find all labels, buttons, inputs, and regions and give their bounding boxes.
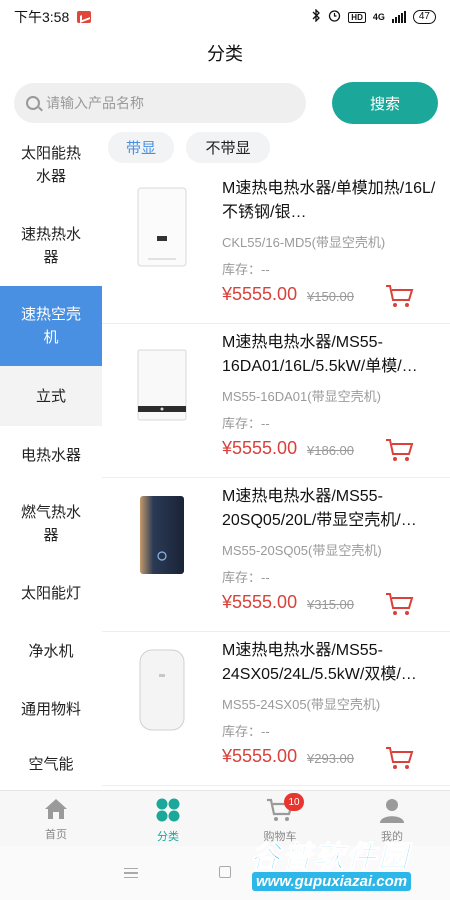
sidebar-item-gas-heater[interactable]: 燃气热水器 (0, 484, 102, 564)
sidebar-item-solar-water-heater[interactable]: 太阳能热水器 (0, 130, 102, 200)
product-stock: 库存：-- (222, 262, 270, 277)
product-name: M速热电热水器/MS55-24SX05/24L/5.5kW/双模/… (222, 642, 417, 683)
home-icon (45, 799, 67, 819)
product-old-price: ¥186.00 (307, 443, 354, 458)
product-card[interactable]: M速热电热水器/MS55-20SQ05/20L/带显空壳机/… MS55-20S… (102, 478, 450, 632)
product-model: MS55-16DA01(带显空壳机) (222, 389, 381, 404)
tab-home[interactable]: 首页 (0, 791, 112, 847)
product-old-price: ¥150.00 (307, 289, 354, 304)
page-title: 分类 (207, 44, 243, 64)
add-to-cart-icon[interactable] (384, 591, 414, 617)
product-image (137, 349, 187, 421)
sidebar-item-water-purifier[interactable]: 净水机 (0, 622, 102, 680)
alarm-icon (328, 9, 341, 25)
search-button[interactable]: 搜索 (332, 82, 438, 124)
product-name: M速热电热水器/MS55-20SQ05/20L/带显空壳机/… (222, 488, 417, 529)
filter-without-display[interactable]: 不带显 (186, 132, 270, 163)
add-to-cart-icon[interactable] (384, 745, 414, 771)
product-price: ¥5555.00 (222, 284, 298, 304)
sidebar-item-air-energy[interactable]: 空气能 (0, 738, 102, 790)
sidebar-item-instant-heater[interactable]: 速热热水器 (0, 206, 102, 286)
sidebar-item-general-material[interactable]: 通用物料 (0, 680, 102, 738)
category-sidebar: 太阳能热水器 速热热水器 速热空壳机 立式 电热水器 燃气热水器 太阳能灯 净水… (0, 130, 102, 790)
menu-icon[interactable] (124, 868, 138, 878)
product-model: CKL55/16-MD5(带显空壳机) (222, 235, 386, 250)
status-bar: 下午3:58 HD 4G 47 (0, 0, 450, 34)
product-stock: 库存：-- (222, 724, 270, 739)
product-model: MS55-20SQ05(带显空壳机) (222, 543, 382, 558)
product-image (137, 187, 187, 267)
product-price: ¥5555.00 (222, 592, 298, 612)
tab-category-label: 分类 (157, 831, 179, 843)
search-input[interactable] (46, 95, 276, 111)
user-icon (380, 799, 404, 823)
battery-icon: 47 (412, 10, 436, 24)
product-card[interactable]: M速热电热水器/单模加热/16L/不锈钢/银… CKL55/16-MD5(带显空… (102, 170, 450, 324)
product-card[interactable]: M速热电热水器/MS55-24SX05/24L/5.5kW/双模/… MS55-… (102, 632, 450, 786)
product-card[interactable]: M速热电热水器/MS55-16DA01/16L/5.5kW/单模/… MS55-… (102, 324, 450, 478)
product-stock: 库存：-- (222, 570, 270, 585)
product-old-price: ¥315.00 (307, 597, 354, 612)
add-to-cart-icon[interactable] (384, 437, 414, 463)
system-home-icon[interactable] (219, 866, 231, 878)
product-price: ¥5555.00 (222, 438, 298, 458)
product-stock: 库存：-- (222, 416, 270, 431)
hd-icon: HD (348, 11, 366, 23)
product-image (139, 649, 185, 731)
status-time: 下午3:58 (14, 9, 70, 25)
watermark: 谷普软件园 www.gupuxiazai.com (246, 828, 448, 898)
tab-home-label: 首页 (45, 829, 67, 841)
watermark-title: 谷普软件园 (250, 841, 410, 875)
status-right: HD 4G 47 (312, 8, 436, 25)
tab-category[interactable]: 分类 (112, 791, 224, 847)
sidebar-item-instant-shell[interactable]: 速热空壳机 (0, 286, 102, 366)
product-old-price: ¥293.00 (307, 751, 354, 766)
watermark-url: www.gupuxiazai.com (252, 872, 412, 891)
sidebar-item-solar-light[interactable]: 太阳能灯 (0, 564, 102, 622)
product-image (140, 496, 184, 574)
bluetooth-icon (312, 8, 321, 25)
product-name: M速热电热水器/单模加热/16L/不锈钢/银… (222, 180, 436, 221)
notification-icon (77, 11, 92, 23)
status-left: 下午3:58 (14, 7, 92, 27)
product-price: ¥5555.00 (222, 746, 298, 766)
filter-with-display[interactable]: 带显 (108, 132, 174, 163)
sidebar-item-electric-heater[interactable]: 电热水器 (0, 426, 102, 484)
search-icon (26, 96, 40, 110)
sidebar-item-vertical[interactable]: 立式 (0, 366, 102, 426)
product-model: MS55-24SX05(带显空壳机) (222, 697, 381, 712)
search-box[interactable] (14, 83, 306, 123)
signal-icon (391, 11, 406, 23)
add-to-cart-icon[interactable] (384, 283, 414, 309)
category-icon (156, 798, 180, 822)
product-name: M速热电热水器/MS55-16DA01/16L/5.5kW/单模/… (222, 334, 418, 375)
cart-badge: 10 (284, 793, 304, 811)
network-type: 4G (372, 12, 385, 22)
